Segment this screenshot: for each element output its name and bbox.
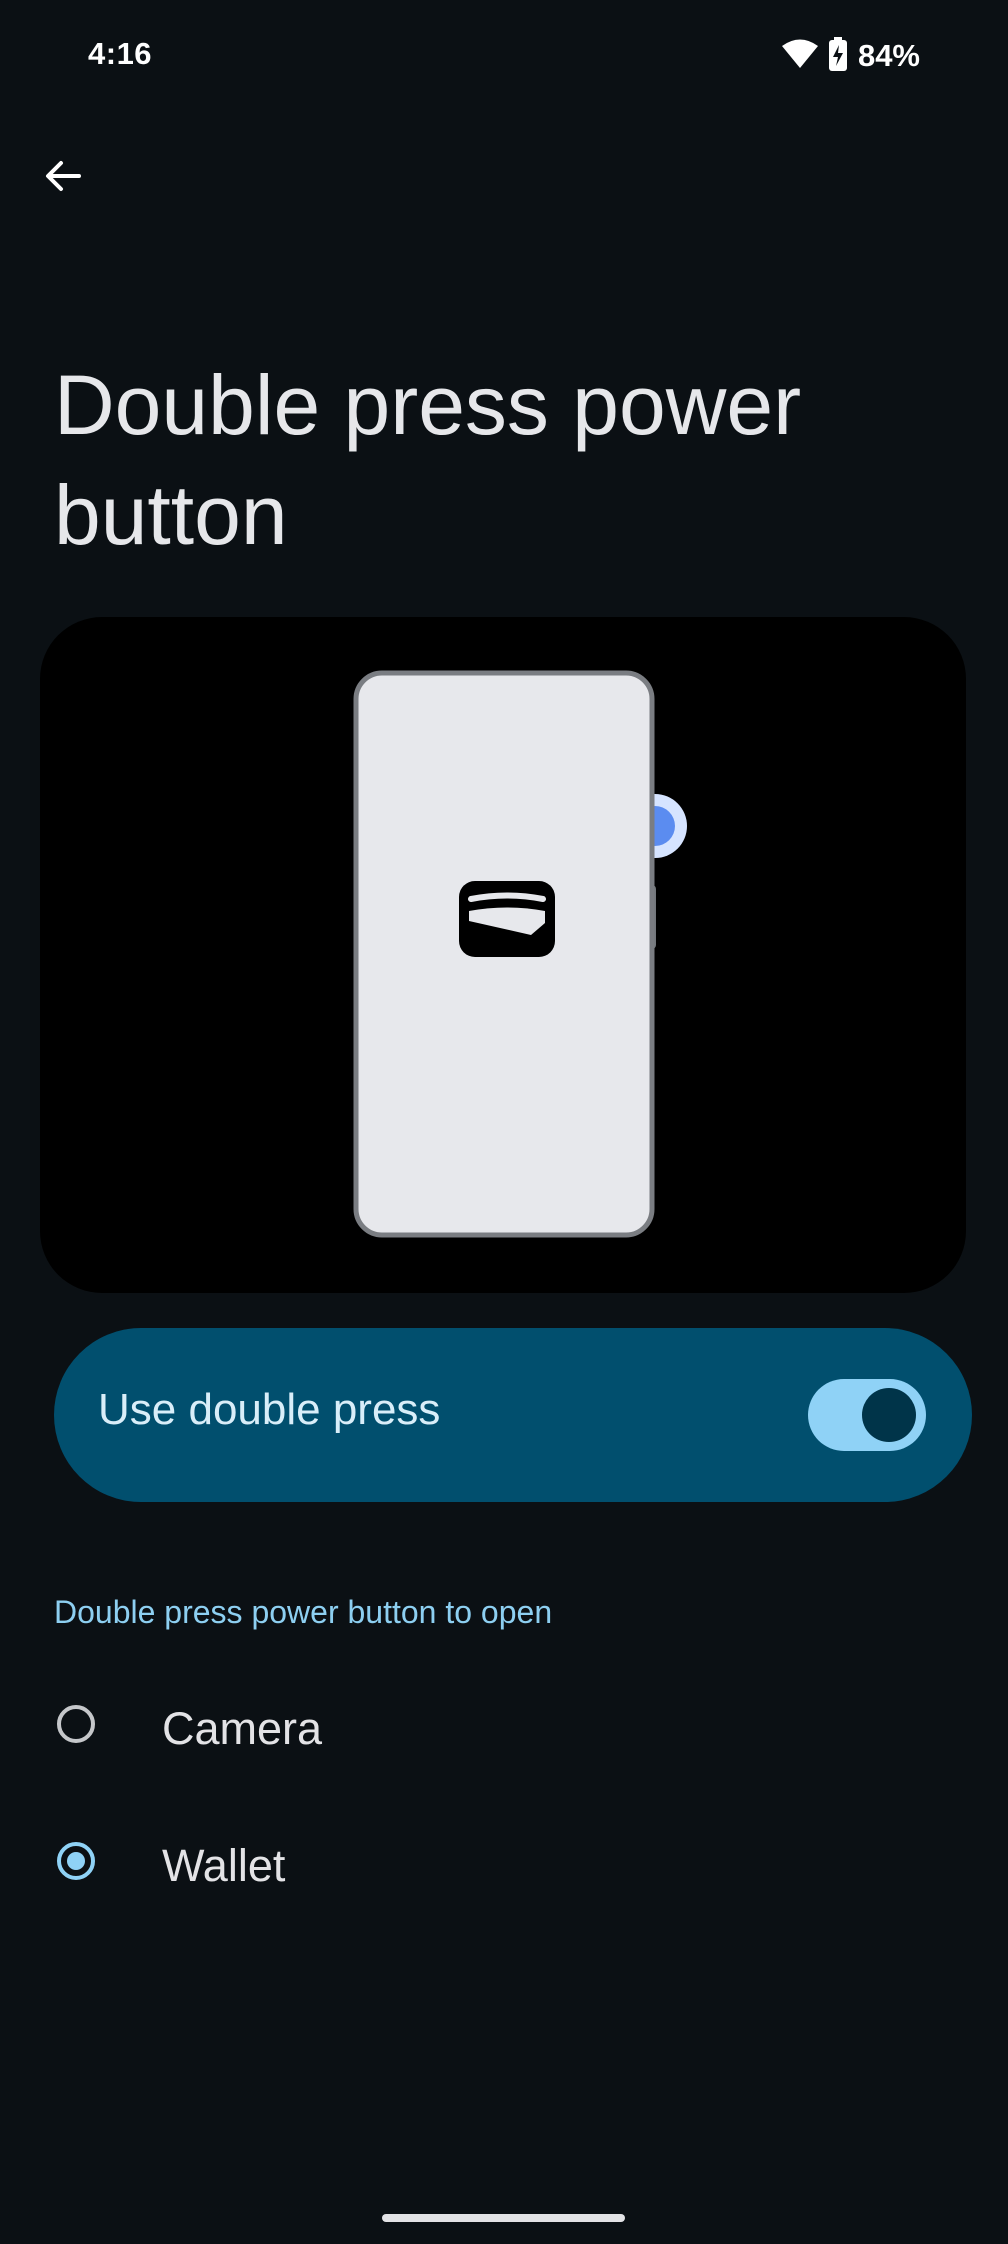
wallet-icon — [459, 881, 555, 957]
arrow-back-icon — [43, 156, 83, 201]
wifi-icon — [781, 39, 818, 74]
section-header: Double press power button to open — [54, 1594, 553, 1630]
battery-charging-icon — [828, 36, 848, 76]
use-double-press-switch[interactable] — [808, 1379, 926, 1451]
radio-wallet[interactable] — [57, 1842, 95, 1880]
page-title: Double press power button — [54, 358, 802, 562]
option-label: Wallet — [162, 1840, 286, 1891]
switch-thumb — [862, 1388, 916, 1442]
radio-camera[interactable] — [57, 1705, 95, 1743]
home-indicator[interactable] — [382, 2214, 625, 2222]
illustration-card — [40, 617, 966, 1293]
option-label: Camera — [162, 1703, 323, 1754]
use-double-press-toggle-row[interactable]: Use double press — [54, 1328, 972, 1502]
option-wallet[interactable]: Wallet — [0, 1802, 1008, 1926]
status-time: 4:16 — [88, 36, 153, 71]
toggle-label: Use double press — [98, 1385, 441, 1434]
back-button[interactable] — [30, 145, 96, 211]
status-icons: 84% — [781, 36, 920, 76]
phone-illustration — [353, 670, 687, 1238]
status-bar: 4:16 84% — [0, 0, 1008, 116]
battery-percent: 84% — [857, 38, 920, 73]
option-camera[interactable]: Camera — [0, 1665, 1008, 1789]
